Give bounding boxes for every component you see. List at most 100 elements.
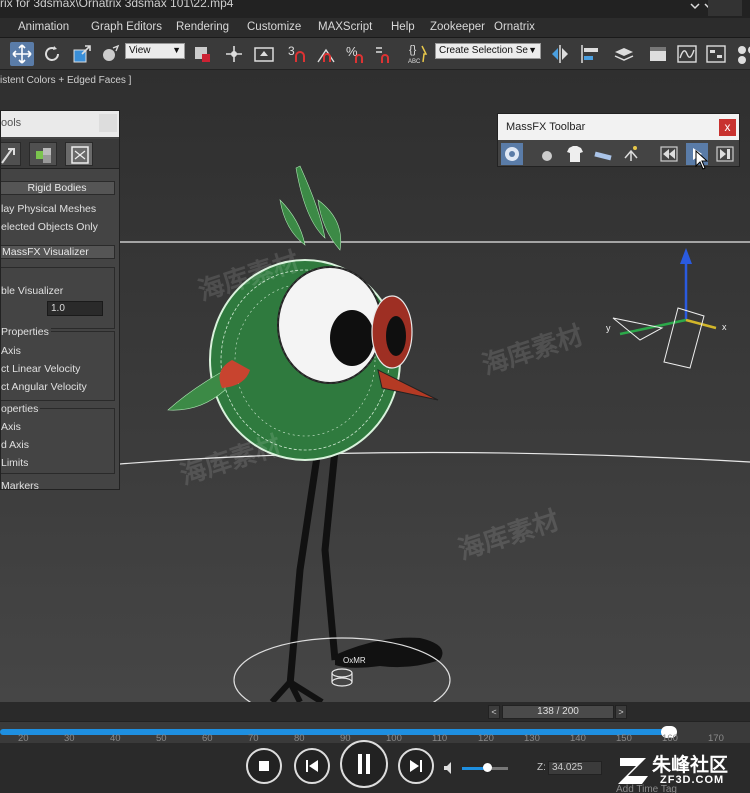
- time-slider-next-button[interactable]: >: [615, 705, 627, 719]
- pause-button[interactable]: [340, 740, 388, 788]
- massfx-titlebar[interactable]: MassFX Toolbar: [498, 114, 739, 140]
- curve-editor-button[interactable]: [675, 42, 699, 66]
- angle-snap-button[interactable]: [314, 42, 338, 66]
- track-tick-label: 70: [248, 733, 259, 744]
- material-icon: [738, 46, 750, 64]
- limits-checkbox[interactable]: Limits: [1, 457, 28, 469]
- ragdoll-button[interactable]: [620, 143, 642, 165]
- angle-snap-icon: [317, 48, 335, 63]
- angular-velocity-checkbox[interactable]: ct Angular Velocity: [1, 381, 87, 393]
- display-physical-meshes-checkbox[interactable]: lay Physical Meshes: [1, 203, 96, 215]
- rigid-bodies-rollout[interactable]: Rigid Bodies: [1, 181, 115, 195]
- skip-back-icon: [306, 760, 318, 772]
- scale-button[interactable]: [70, 42, 94, 66]
- visualizer-scale-spinner[interactable]: 1.0: [47, 301, 103, 316]
- zf3d-z-logo-icon: [618, 758, 648, 784]
- mirror-button[interactable]: [548, 42, 572, 66]
- scale-icon: [73, 45, 91, 63]
- material-editor-button[interactable]: [734, 42, 750, 66]
- menu-zookeeper[interactable]: Zookeeper: [430, 21, 485, 33]
- massfx-tools-panel: ools Rigid Bodies lay Physical Meshes el…: [0, 110, 120, 490]
- time-slider-prev-button[interactable]: <: [488, 705, 500, 719]
- layer-manager-button[interactable]: [612, 42, 636, 66]
- rewind-icon: [660, 146, 678, 162]
- menu-animation[interactable]: Animation: [18, 21, 69, 33]
- linear-velocity-checkbox[interactable]: ct Linear Velocity: [1, 363, 80, 375]
- track-tick-label: 160: [662, 733, 678, 744]
- rigid-body-button[interactable]: [536, 143, 558, 165]
- tab-display[interactable]: [65, 142, 93, 166]
- toggle-ribbon-button[interactable]: [646, 42, 670, 66]
- tab-simulation-tools[interactable]: [29, 142, 57, 166]
- spinner-snap-icon: [376, 47, 389, 63]
- z-coordinate-field[interactable]: 34.025: [548, 761, 602, 775]
- menu-customize[interactable]: Customize: [247, 21, 301, 33]
- viewport-shading-label[interactable]: istent Colors + Edged Faces ]: [0, 75, 131, 86]
- track-tick-label: 170: [708, 733, 724, 744]
- menu-rendering[interactable]: Rendering: [176, 21, 229, 33]
- schematic-view-button[interactable]: [704, 42, 728, 66]
- ragdoll-icon: [624, 146, 638, 161]
- step-simulation-button[interactable]: [714, 143, 736, 165]
- track-tick-label: 40: [110, 733, 121, 744]
- next-button[interactable]: [398, 748, 434, 784]
- markers-label[interactable]: Markers: [1, 480, 39, 489]
- window-title: rix for 3dsmax\Ornatrix 3dsmax 101\22.mp…: [0, 0, 234, 10]
- track-tick-label: 60: [202, 733, 213, 744]
- stop-button[interactable]: [246, 748, 282, 784]
- align-button[interactable]: [578, 42, 602, 66]
- d-axis-checkbox[interactable]: d Axis: [1, 439, 29, 451]
- keyboard-shortcut-button[interactable]: [252, 42, 276, 66]
- axis-checkbox[interactable]: Axis: [1, 345, 21, 357]
- select-manipulate-button[interactable]: [222, 42, 246, 66]
- feather-crest-left: [279, 199, 306, 246]
- abc-label: ABC: [408, 59, 421, 65]
- gizmo-plane: [663, 307, 705, 369]
- massfx-close-button[interactable]: x: [719, 119, 736, 136]
- window-controls: [690, 0, 742, 16]
- track-tick-label: 130: [524, 733, 540, 744]
- gizmo-x-label: x: [722, 322, 727, 332]
- volume-icon[interactable]: [442, 760, 458, 776]
- edit-named-selection-button[interactable]: {} ABC: [406, 42, 430, 66]
- constraint-axis-checkbox[interactable]: Axis: [1, 421, 21, 433]
- menu-maxscript[interactable]: MAXScript: [318, 21, 372, 33]
- menu-graph-editors[interactable]: Graph Editors: [91, 21, 162, 33]
- rotate-button[interactable]: [40, 42, 64, 66]
- skip-forward-icon: [410, 760, 422, 772]
- mcloth-button[interactable]: [564, 143, 586, 165]
- close-window-button[interactable]: [708, 0, 742, 16]
- pivot-button[interactable]: [190, 42, 214, 66]
- world-parameters-button[interactable]: [501, 143, 523, 165]
- place-button[interactable]: [98, 42, 122, 66]
- snap-toggle-button[interactable]: 3: [286, 42, 310, 66]
- visualizer-header: MassFX Visualizer: [2, 246, 89, 258]
- time-slider-frame[interactable]: 138 / 200: [502, 705, 614, 719]
- select-move-button[interactable]: [10, 42, 34, 66]
- rotate-icon: [45, 46, 59, 61]
- volume-knob[interactable]: [483, 763, 492, 772]
- tab-world[interactable]: [1, 142, 21, 166]
- oxmr-helper-bottom: [331, 677, 353, 687]
- constraint-properties-label: operties: [1, 403, 41, 415]
- percent-snap-button[interactable]: %: [344, 42, 368, 66]
- previous-button[interactable]: [294, 748, 330, 784]
- pause-icon: [358, 754, 370, 774]
- video-progress-bar[interactable]: [0, 729, 669, 735]
- constraint-button[interactable]: [592, 143, 614, 165]
- create-selection-set-dropdown[interactable]: Create Selection Se ▼: [435, 43, 541, 59]
- menu-ornatrix[interactable]: Ornatrix: [494, 21, 535, 33]
- spinner-snap-button[interactable]: [372, 42, 396, 66]
- selected-objects-only-checkbox[interactable]: elected Objects Only: [1, 221, 98, 233]
- menu-help[interactable]: Help: [391, 21, 415, 33]
- visualizer-rollout[interactable]: MassFX Visualizer: [1, 245, 115, 259]
- menu-bar: Animation Graph Editors Rendering Custom…: [0, 18, 750, 38]
- brand-url: ZF3D.COM: [660, 774, 725, 786]
- tools-panel-close-button[interactable]: [99, 114, 117, 132]
- enable-visualizer-checkbox[interactable]: ble Visualizer: [1, 285, 63, 297]
- reset-simulation-button[interactable]: [658, 143, 680, 165]
- mouse-cursor-icon: [695, 150, 709, 170]
- chevron-down-icon: ▼: [528, 45, 537, 55]
- selection-set-placeholder: Create Selection Se: [439, 45, 528, 56]
- reference-coordinate-dropdown[interactable]: View ▼: [125, 43, 185, 59]
